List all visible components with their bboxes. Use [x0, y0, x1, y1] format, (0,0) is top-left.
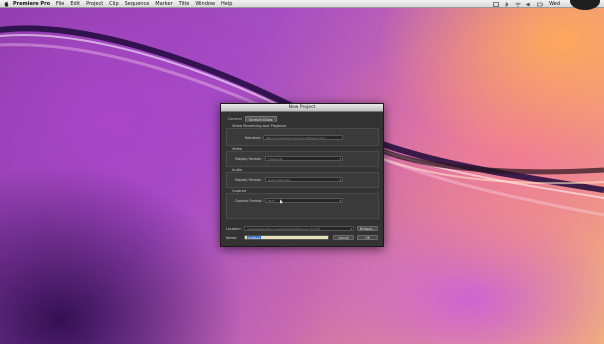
audio-group: Audio Display Format: Audio Samples ▾ [226, 168, 379, 188]
name-field[interactable]: Untitled [244, 235, 329, 240]
menu-app-name[interactable]: Premiere Pro [13, 1, 50, 7]
menu-title[interactable]: Title [179, 1, 190, 7]
chevron-down-icon: ▾ [339, 199, 341, 203]
menu-marker[interactable]: Marker [155, 1, 172, 7]
battery-icon[interactable] [537, 2, 543, 7]
chevron-down-icon: ▾ [339, 178, 341, 182]
menu-bar: Premiere Pro File Edit Project Clip Sequ… [0, 0, 604, 10]
video-group: Video Display Format: Timecode ▾ [226, 147, 379, 167]
status-area: Wed [488, 0, 560, 8]
chevron-down-icon: ▾ [350, 227, 352, 231]
menu-help[interactable]: Help [221, 1, 232, 7]
capture-format-label: Capture Format: [235, 199, 263, 203]
new-project-dialog: New Project General Scratch Disks Video … [220, 103, 384, 247]
capture-format-dropdown[interactable]: HDV ▾ [265, 198, 343, 203]
name-label: Name: [226, 236, 238, 240]
dropbox-icon[interactable] [493, 1, 499, 7]
name-value: Untitled [247, 236, 261, 240]
video-display-format-label: Display Format: [235, 157, 262, 161]
video-display-format-dropdown[interactable]: Timecode ▾ [265, 156, 343, 161]
apple-icon[interactable] [4, 0, 9, 7]
bluetooth-icon[interactable] [504, 1, 510, 7]
menubar-clock[interactable]: Wed [549, 1, 560, 7]
tab-general[interactable]: General [225, 116, 245, 122]
audio-display-format-dropdown[interactable]: Audio Samples ▾ [265, 177, 343, 182]
renderer-dropdown[interactable]: Mercury Playback Engine Software Only [263, 135, 343, 140]
wifi-icon[interactable] [515, 2, 521, 7]
cancel-button[interactable]: Cancel [333, 235, 354, 240]
menu-project[interactable]: Project [86, 1, 103, 7]
audio-title: Audio [231, 168, 244, 172]
video-rendering-group: Video Rendering and Playback Renderer: M… [226, 124, 379, 146]
video-title: Video [231, 147, 244, 151]
browse-button[interactable]: Browse... [357, 226, 378, 231]
dialog-tabs: General Scratch Disks [225, 116, 277, 122]
menu-file[interactable]: File [56, 1, 64, 7]
capture-group: Capture Capture Format: HDV ▾ [226, 189, 379, 219]
mouse-cursor-icon [280, 199, 284, 205]
audio-display-format-label: Display Format: [235, 178, 262, 182]
renderer-label: Renderer: [245, 136, 262, 140]
location-dropdown[interactable]: /Users/Apple/Documents/Adobe/Premiere Pr… [244, 226, 354, 231]
dialog-title: New Project [221, 104, 383, 112]
menu-window[interactable]: Window [195, 1, 215, 7]
menu-edit[interactable]: Edit [70, 1, 80, 7]
video-display-format-value: Timecode [268, 157, 283, 161]
renderer-value: Mercury Playback Engine Software Only [266, 136, 326, 140]
ok-button[interactable]: OK [357, 235, 378, 240]
volume-icon[interactable] [526, 2, 532, 7]
menu-clip[interactable]: Clip [109, 1, 118, 7]
audio-display-format-value: Audio Samples [268, 178, 291, 182]
video-rendering-title: Video Rendering and Playback [231, 124, 288, 128]
chevron-down-icon: ▾ [339, 157, 341, 161]
location-value: /Users/Apple/Documents/Adobe/Premiere Pr… [247, 227, 321, 231]
location-label: Location: [226, 227, 242, 231]
menu-sequence[interactable]: Sequence [125, 1, 150, 7]
capture-format-value: HDV [268, 199, 275, 203]
capture-title: Capture [231, 189, 248, 193]
tab-scratch-disks[interactable]: Scratch Disks [244, 116, 277, 122]
